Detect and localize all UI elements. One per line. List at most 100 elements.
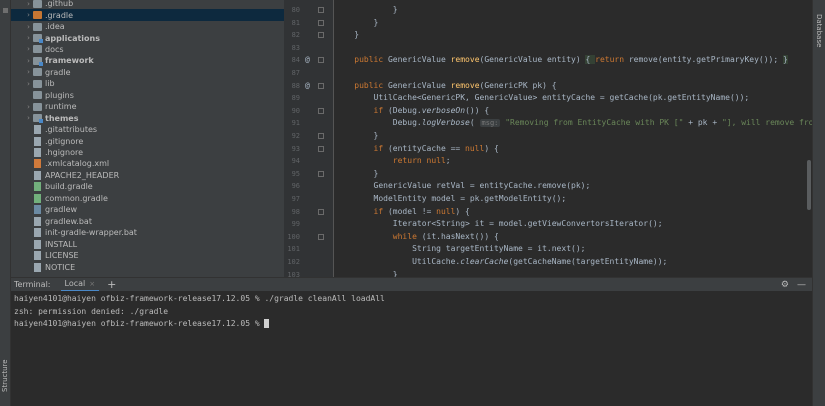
tree-item[interactable]: .gitignore <box>11 135 284 146</box>
fold-marker-icon[interactable] <box>318 57 324 64</box>
fold-marker-icon[interactable] <box>318 7 324 13</box>
tree-item[interactable]: › framework <box>11 55 284 66</box>
code-line: } <box>335 5 398 14</box>
code-line: } <box>335 168 379 178</box>
new-terminal-tab-button[interactable]: + <box>107 278 116 291</box>
tree-item[interactable]: common.gradle <box>11 193 284 204</box>
module-folder-icon <box>33 34 43 44</box>
fold-marker-icon[interactable] <box>318 170 324 177</box>
gear-icon[interactable]: ⚙ <box>781 280 789 290</box>
editor-gutter: 80 81 82 83 84 87 88 89 90 91 92 93 94 95 96 97 98 99 100 1… <box>284 0 334 277</box>
tree-item[interactable]: .gitattributes <box>11 124 284 135</box>
tree-item[interactable]: › runtime <box>11 101 284 112</box>
line-number: 84 <box>291 56 300 65</box>
line-number: 102 <box>287 258 300 266</box>
terminal-line: haiyen4101@haiyen ofbiz-framework-releas… <box>14 319 270 329</box>
close-icon[interactable]: × <box>89 277 95 291</box>
code-editor[interactable]: } } } public GenericValue remove(Generic… <box>335 0 812 277</box>
line-number: 89 <box>291 94 300 103</box>
editor-scrollbar[interactable] <box>807 160 811 210</box>
minimize-icon[interactable]: — <box>797 280 806 290</box>
tree-item-label: .hgignore <box>45 148 83 158</box>
database-tool-tab[interactable]: Database <box>815 14 823 47</box>
text-file-icon <box>34 251 41 261</box>
tree-item[interactable]: › docs <box>11 44 284 55</box>
fold-marker-icon[interactable] <box>318 208 324 215</box>
tree-item-label: .github <box>45 0 74 9</box>
folder-icon <box>33 22 42 31</box>
project-tool-icon[interactable] <box>3 8 8 13</box>
code-line: Debug.logVerbose( msg: "Removing from En… <box>335 118 812 128</box>
terminal-cursor <box>264 319 270 329</box>
line-number: 99 <box>291 220 300 229</box>
folder-icon <box>33 45 42 54</box>
code-line: return null; <box>392 156 451 166</box>
chevron-right-icon[interactable]: › <box>24 34 33 42</box>
chevron-right-icon[interactable]: › <box>24 45 33 53</box>
line-number: 81 <box>291 18 300 27</box>
code-line: } <box>335 269 398 277</box>
chevron-right-icon[interactable]: › <box>24 0 33 8</box>
tree-item[interactable]: APACHE2_HEADER <box>11 170 284 181</box>
tree-item[interactable]: › .idea <box>11 21 284 32</box>
tree-item[interactable]: › .gradle <box>11 9 284 21</box>
tree-item[interactable]: build.gradle <box>11 181 284 192</box>
fold-marker-icon[interactable] <box>318 233 324 240</box>
fold-marker-icon[interactable] <box>318 107 324 114</box>
line-number: 80 <box>291 6 300 14</box>
code-line: Iterator<String> it = model.getViewConve… <box>335 219 663 229</box>
structure-tool-tab[interactable]: Structure <box>1 352 10 392</box>
tree-item-label: runtime <box>45 102 77 112</box>
fold-marker-icon[interactable] <box>318 133 324 139</box>
tree-item[interactable]: .hgignore <box>11 147 284 158</box>
fold-marker-icon[interactable] <box>318 19 324 26</box>
tree-item-label: .idea <box>45 22 65 32</box>
line-number: 91 <box>291 119 300 128</box>
tree-item-label: init-gradle-wrapper.bat <box>45 228 137 238</box>
text-file-icon <box>34 136 41 146</box>
code-line: } <box>335 17 379 27</box>
line-number: 82 <box>291 31 300 40</box>
override-marker-icon[interactable]: @ <box>305 81 310 90</box>
line-number: 97 <box>291 195 300 203</box>
tree-item[interactable]: NOTICE <box>11 261 284 272</box>
tree-item[interactable]: plugins <box>11 90 284 101</box>
tree-item-label: LICENSE <box>45 251 79 261</box>
tree-item[interactable]: › lib <box>11 78 284 89</box>
chevron-right-icon[interactable]: › <box>24 11 33 19</box>
tree-item[interactable]: LICENSE <box>11 250 284 261</box>
script-file-icon <box>34 205 41 215</box>
tree-item[interactable]: INSTALL <box>11 238 284 249</box>
tree-item-label: INSTALL <box>45 239 78 249</box>
tree-item[interactable]: › themes <box>11 113 284 124</box>
chevron-right-icon[interactable]: › <box>24 57 33 65</box>
fold-marker-icon[interactable] <box>318 32 324 39</box>
tree-item[interactable]: gradlew.bat <box>11 216 284 227</box>
terminal-title: Terminal: <box>14 280 51 289</box>
fold-marker-icon[interactable] <box>318 145 324 152</box>
chevron-right-icon[interactable]: › <box>24 80 33 88</box>
tree-item-label: common.gradle <box>45 193 108 203</box>
tree-item[interactable]: › gradle <box>11 67 284 78</box>
override-marker-icon[interactable]: @ <box>305 55 310 64</box>
fold-marker-icon[interactable] <box>318 82 324 89</box>
line-number: 83 <box>291 43 300 52</box>
tree-item[interactable]: init-gradle-wrapper.bat <box>11 227 284 238</box>
terminal-tab-local[interactable]: Local × <box>60 277 100 292</box>
folder-icon <box>33 91 42 100</box>
line-number: 95 <box>291 169 300 178</box>
chevron-right-icon[interactable]: › <box>24 68 33 76</box>
chevron-right-icon[interactable]: › <box>24 114 33 122</box>
folder-icon <box>33 11 42 20</box>
project-tree: › .github › .gradle › .idea › applications › docs… <box>11 0 284 277</box>
chevron-right-icon[interactable]: › <box>24 23 33 31</box>
tree-item[interactable]: › applications <box>11 32 284 44</box>
line-number: 98 <box>291 207 300 216</box>
code-line: public GenericValue remove(GenericPK pk)… <box>354 80 557 90</box>
left-tool-strip: Structure <box>0 0 11 406</box>
tree-item[interactable]: .xmlcatalog.xml <box>11 158 284 169</box>
tree-item[interactable]: gradlew <box>11 204 284 215</box>
terminal-output[interactable]: haiyen4101@haiyen ofbiz-framework-releas… <box>11 291 812 406</box>
tree-item[interactable]: › .github <box>11 0 284 9</box>
chevron-right-icon[interactable]: › <box>24 103 33 111</box>
